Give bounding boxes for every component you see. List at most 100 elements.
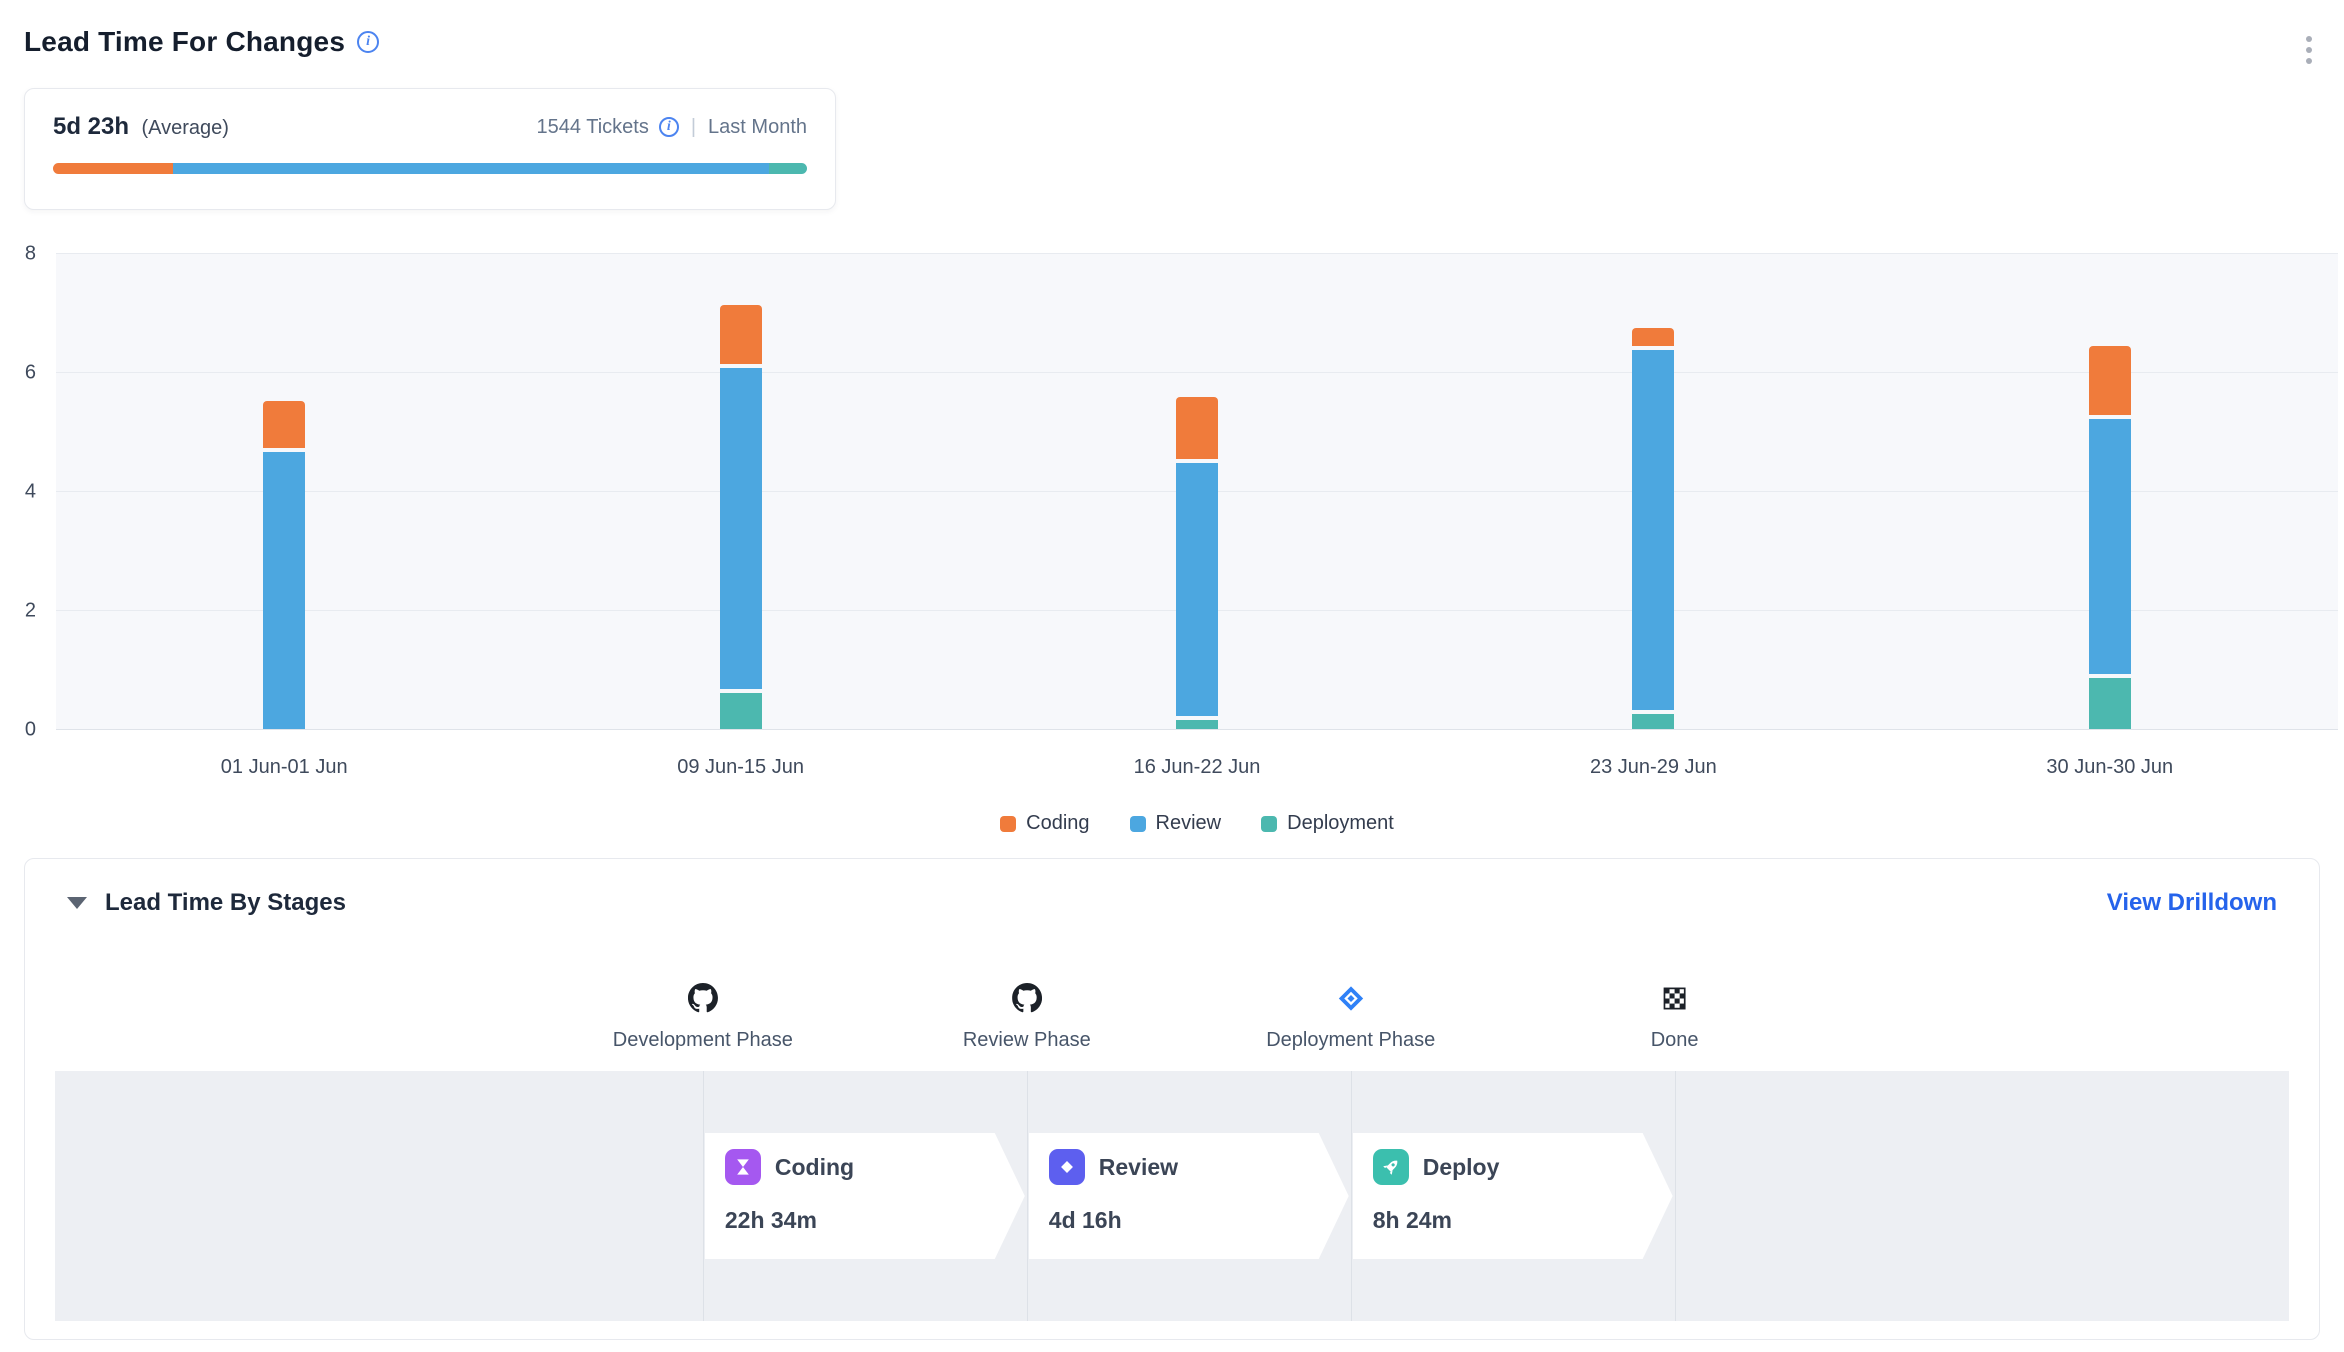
- phase-deployment-phase: Deployment Phase: [1266, 981, 1435, 1052]
- bar-segment-review[interactable]: [263, 452, 305, 729]
- y-tick-label: 0: [0, 719, 44, 742]
- widget-header: Lead Time For Changes: [24, 26, 379, 58]
- stage-card-title-row: Review: [1049, 1149, 1349, 1185]
- hourglass-icon: [725, 1149, 761, 1185]
- average-summary-card: 5d 23h (Average) 1544 Tickets | Last Mon…: [24, 88, 836, 210]
- review-icon: [1049, 1149, 1085, 1185]
- legend-swatch: [1130, 816, 1146, 832]
- y-tick-label: 6: [0, 362, 44, 385]
- view-drilldown-link[interactable]: View Drilldown: [2107, 889, 2277, 917]
- column-divider: [703, 1071, 704, 1321]
- bar-segment-review[interactable]: [2089, 419, 2131, 675]
- collapse-chevron-icon[interactable]: [67, 897, 87, 909]
- bar-segment-review[interactable]: [720, 368, 762, 689]
- phase-label: Review Phase: [963, 1029, 1091, 1052]
- legend-swatch: [1000, 816, 1016, 832]
- separator: |: [689, 116, 698, 139]
- stage-table: Development Phase Review Phase Deployment …: [55, 959, 2289, 1321]
- page-title: Lead Time For Changes: [24, 26, 345, 58]
- kebab-menu-icon[interactable]: [2302, 32, 2316, 68]
- stage-card-title-row: Deploy: [1373, 1149, 1673, 1185]
- lead-time-by-stages-card: Lead Time By Stages View Drilldown Devel…: [24, 858, 2320, 1340]
- legend-label: Deployment: [1287, 812, 1394, 835]
- phase-label: Development Phase: [613, 1029, 793, 1052]
- x-tick-label: 30 Jun-30 Jun: [2046, 756, 2173, 779]
- chart-bar[interactable]: [1176, 397, 1218, 729]
- stages-header: Lead Time By Stages View Drilldown: [25, 859, 2319, 917]
- info-icon[interactable]: [357, 31, 379, 53]
- x-tick-label: 09 Jun-15 Jun: [677, 756, 804, 779]
- stage-card-coding[interactable]: Coding 22h 34m: [705, 1133, 1025, 1259]
- stage-name: Review: [1099, 1154, 1178, 1181]
- lead-time-chart: 0 2 4 6 8 01 Jun-01 Jun 09 Jun-15 Jun 16 Jun-2…: [0, 240, 2344, 860]
- bar-segment-deployment[interactable]: [1176, 720, 1218, 729]
- bar-segment-deployment[interactable]: [1632, 714, 1674, 729]
- average-value-group: 5d 23h (Average): [53, 113, 229, 141]
- bar-segment-review[interactable]: [1632, 350, 1674, 710]
- github-icon: [688, 981, 718, 1015]
- tickets-info-icon[interactable]: [659, 117, 679, 137]
- progress-segment-deployment: [769, 163, 807, 174]
- flag-icon: [1661, 981, 1688, 1015]
- bar-segment-deployment[interactable]: [2089, 678, 2131, 729]
- progress-segment-review: [173, 163, 769, 174]
- y-tick-label: 2: [0, 600, 44, 623]
- stage-table-body: Coding 22h 34m Review 4d 16h Deploy 8h 24m: [55, 1071, 2289, 1321]
- column-divider: [1027, 1071, 1028, 1321]
- x-tick-label: 23 Jun-29 Jun: [1590, 756, 1717, 779]
- bar-segment-coding[interactable]: [720, 305, 762, 365]
- stage-name: Coding: [775, 1154, 854, 1181]
- stage-duration: 22h 34m: [725, 1207, 1025, 1234]
- average-label: (Average): [141, 117, 228, 139]
- stage-table-header: Development Phase Review Phase Deployment …: [55, 959, 2289, 1071]
- chart-bar[interactable]: [720, 305, 762, 729]
- column-divider: [1675, 1071, 1676, 1321]
- stage-duration: 8h 24m: [1373, 1207, 1673, 1234]
- diamond-icon: [1337, 981, 1364, 1015]
- stage-card-review[interactable]: Review 4d 16h: [1029, 1133, 1349, 1259]
- phase-done: Done: [1651, 981, 1699, 1052]
- tickets-count: 1544 Tickets: [537, 116, 649, 139]
- stage-duration: 4d 16h: [1049, 1207, 1349, 1234]
- bar-segment-coding[interactable]: [263, 401, 305, 449]
- chart-bar[interactable]: [1632, 328, 1674, 729]
- x-axis: 01 Jun-01 Jun 09 Jun-15 Jun 16 Jun-22 Jun 2…: [56, 756, 2338, 786]
- chart-legend: Coding Review Deployment: [56, 812, 2338, 835]
- bar-segment-review[interactable]: [1176, 463, 1218, 716]
- x-tick-label: 01 Jun-01 Jun: [221, 756, 348, 779]
- legend-item-review[interactable]: Review: [1130, 812, 1222, 835]
- lead-time-widget: Lead Time For Changes 5d 23h (Average) 1…: [0, 0, 2344, 1352]
- average-progress-bar: [53, 163, 807, 174]
- bar-segment-coding[interactable]: [1176, 397, 1218, 459]
- chart-bar[interactable]: [263, 401, 305, 729]
- stages-title: Lead Time By Stages: [105, 889, 2107, 917]
- legend-item-deployment[interactable]: Deployment: [1261, 812, 1394, 835]
- chart-plot: [56, 254, 2338, 730]
- stage-name: Deploy: [1423, 1154, 1500, 1181]
- legend-swatch: [1261, 816, 1277, 832]
- github-icon: [1012, 981, 1042, 1015]
- stage-card-deploy[interactable]: Deploy 8h 24m: [1353, 1133, 1673, 1259]
- progress-segment-coding: [53, 163, 173, 174]
- stage-card-title-row: Coding: [725, 1149, 1025, 1185]
- phase-review-phase: Review Phase: [963, 981, 1091, 1052]
- period-label: Last Month: [708, 116, 807, 139]
- rocket-icon: [1373, 1149, 1409, 1185]
- phase-label: Deployment Phase: [1266, 1029, 1435, 1052]
- column-divider: [1351, 1071, 1352, 1321]
- gridline-y8: [56, 253, 2338, 254]
- y-tick-label: 4: [0, 481, 44, 504]
- x-tick-label: 16 Jun-22 Jun: [1134, 756, 1261, 779]
- gridline-y6: [56, 372, 2338, 373]
- phase-label: Done: [1651, 1029, 1699, 1052]
- bar-segment-deployment[interactable]: [720, 693, 762, 729]
- y-tick-label: 8: [0, 243, 44, 266]
- legend-label: Coding: [1026, 812, 1089, 835]
- phase-development-phase: Development Phase: [613, 981, 793, 1052]
- legend-label: Review: [1156, 812, 1222, 835]
- bar-segment-coding[interactable]: [2089, 346, 2131, 414]
- bar-segment-coding[interactable]: [1632, 328, 1674, 346]
- chart-bar[interactable]: [2089, 346, 2131, 729]
- legend-item-coding[interactable]: Coding: [1000, 812, 1089, 835]
- y-axis: 0 2 4 6 8: [0, 240, 44, 760]
